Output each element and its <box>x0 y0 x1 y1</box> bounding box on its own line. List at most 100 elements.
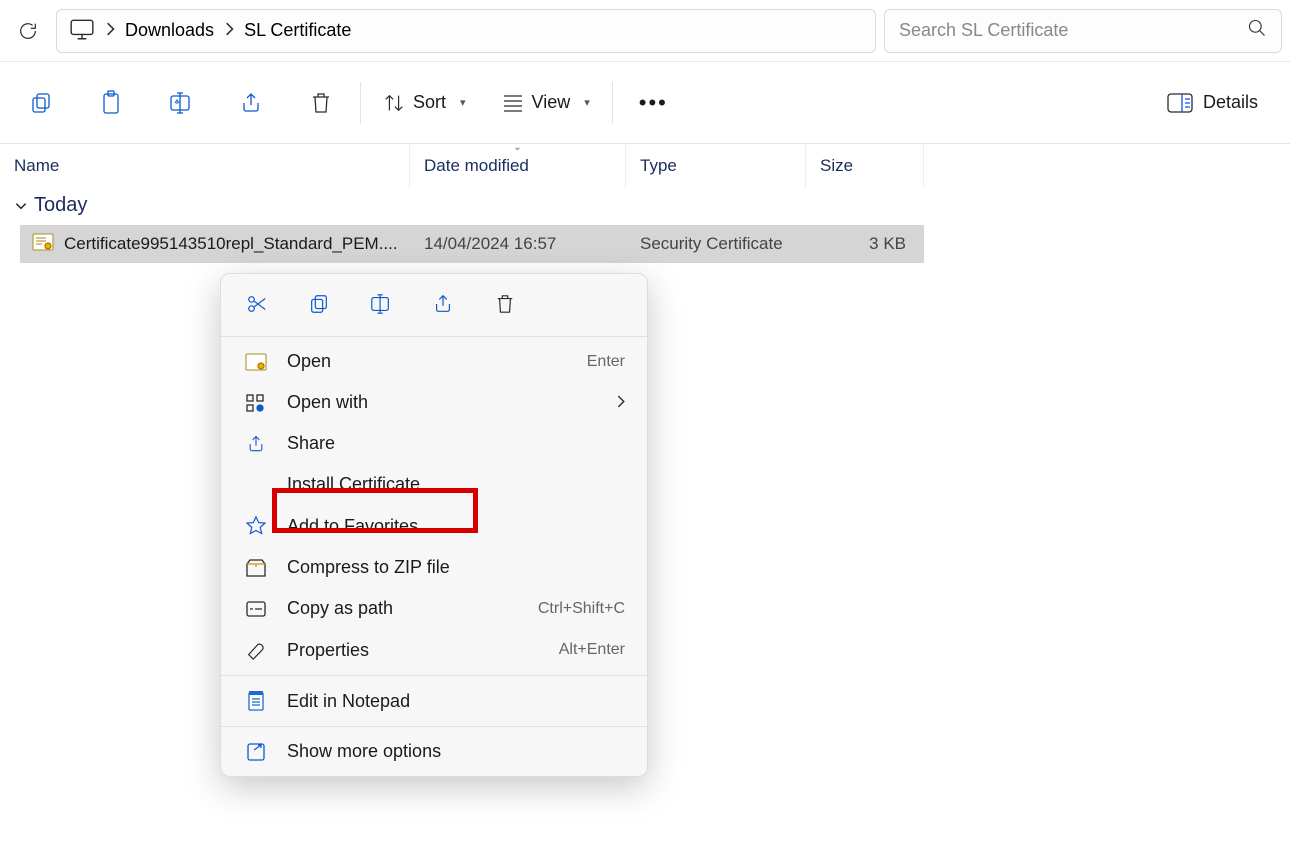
certificate-icon <box>32 233 54 256</box>
ctx-copypath-label: Copy as path <box>287 598 520 619</box>
ctx-install-label: Install Certificate <box>287 474 625 495</box>
ctx-edit-notepad[interactable]: Edit in Notepad <box>221 680 647 722</box>
notepad-icon <box>243 690 269 712</box>
copy-icon <box>29 91 53 115</box>
paste-icon <box>99 90 123 116</box>
scissors-icon <box>246 293 268 315</box>
ctx-open-label: Open <box>287 351 569 372</box>
sort-label: Sort <box>413 92 446 113</box>
ctx-fav-label: Add to Favorites <box>287 516 625 537</box>
trash-icon <box>495 293 515 315</box>
expand-icon <box>243 742 269 762</box>
ctx-share-label: Share <box>287 433 625 454</box>
wrench-icon <box>243 639 269 661</box>
certificate-icon <box>243 353 269 371</box>
ctx-share-button[interactable] <box>429 290 457 318</box>
separator <box>221 675 647 676</box>
details-pane-button[interactable]: Details <box>1167 92 1284 113</box>
refresh-icon <box>17 20 39 42</box>
view-icon <box>502 93 524 113</box>
breadcrumb-current[interactable]: SL Certificate <box>244 20 351 41</box>
ctx-props-shortcut: Alt+Enter <box>559 641 625 659</box>
rename-button[interactable] <box>146 62 216 144</box>
details-label: Details <box>1203 92 1258 113</box>
column-name[interactable]: Name <box>0 144 410 188</box>
chevron-down-icon: ▾ <box>460 96 466 109</box>
ctx-copy-button[interactable] <box>305 290 333 318</box>
ellipsis-icon: ••• <box>639 90 668 116</box>
delete-button[interactable] <box>286 62 356 144</box>
file-name: Certificate995143510repl_Standard_PEM...… <box>64 234 398 254</box>
more-button[interactable]: ••• <box>617 62 690 144</box>
ctx-copypath-shortcut: Ctrl+Shift+C <box>538 600 625 618</box>
cut-button[interactable] <box>6 62 76 144</box>
ctx-compress-zip[interactable]: Compress to ZIP file <box>221 547 647 588</box>
search-input[interactable]: Search SL Certificate <box>884 9 1282 53</box>
refresh-button[interactable] <box>8 11 48 51</box>
ctx-cut-button[interactable] <box>243 290 271 318</box>
share-button[interactable] <box>216 62 286 144</box>
group-label: Today <box>34 194 87 217</box>
ctx-add-favorites[interactable]: Add to Favorites <box>221 505 647 547</box>
toolbar: Sort ▾ View ▾ ••• Details <box>0 62 1290 144</box>
separator <box>360 82 361 124</box>
search-icon <box>1247 18 1267 43</box>
ctx-share[interactable]: Share <box>221 423 647 464</box>
ctx-properties[interactable]: Properties Alt+Enter <box>221 629 647 671</box>
ctx-zip-label: Compress to ZIP file <box>287 557 625 578</box>
separator <box>612 82 613 124</box>
column-date[interactable]: Date modified ⌄ <box>410 144 626 188</box>
ctx-props-label: Properties <box>287 640 541 661</box>
sort-indicator-icon: ⌄ <box>513 142 521 153</box>
file-size: 3 KB <box>806 234 924 254</box>
view-button[interactable]: View ▾ <box>484 62 608 144</box>
column-type[interactable]: Type <box>626 144 806 188</box>
separator <box>221 726 647 727</box>
chevron-right-icon <box>105 22 115 39</box>
ctx-install-certificate[interactable]: Install Certificate <box>221 464 647 505</box>
chevron-down-icon: ▾ <box>584 96 590 109</box>
ctx-notepad-label: Edit in Notepad <box>287 691 625 712</box>
search-placeholder: Search SL Certificate <box>899 20 1239 41</box>
ctx-open-with[interactable]: Open with <box>221 382 647 423</box>
share-icon <box>243 434 269 454</box>
this-pc-icon <box>69 18 95 43</box>
file-name-cell: Certificate995143510repl_Standard_PEM...… <box>20 233 410 256</box>
breadcrumb-downloads[interactable]: Downloads <box>125 20 214 41</box>
details-pane-icon <box>1167 93 1193 113</box>
chevron-down-icon <box>14 199 28 213</box>
paste-button[interactable] <box>76 62 146 144</box>
column-headers: Name Date modified ⌄ Type Size <box>0 144 1290 188</box>
separator <box>221 336 647 337</box>
breadcrumb[interactable]: Downloads SL Certificate <box>56 9 876 53</box>
share-icon <box>239 91 263 115</box>
ctx-copy-path[interactable]: Copy as path Ctrl+Shift+C <box>221 588 647 629</box>
ctx-delete-button[interactable] <box>491 290 519 318</box>
ctx-open[interactable]: Open Enter <box>221 341 647 382</box>
file-type: Security Certificate <box>626 234 806 254</box>
file-date: 14/04/2024 16:57 <box>410 234 626 254</box>
ctx-open-shortcut: Enter <box>587 353 625 371</box>
copy-path-icon <box>243 600 269 618</box>
sort-icon <box>383 92 405 114</box>
star-icon <box>243 515 269 537</box>
zip-icon <box>243 558 269 578</box>
ctx-open-with-label: Open with <box>287 392 598 413</box>
ctx-more-label: Show more options <box>287 741 625 762</box>
chevron-right-icon <box>224 22 234 39</box>
column-size[interactable]: Size <box>806 144 924 188</box>
open-with-icon <box>243 393 269 413</box>
rename-icon <box>168 91 194 115</box>
chevron-right-icon <box>616 395 625 411</box>
group-today[interactable]: Today <box>0 188 1290 225</box>
rename-icon <box>369 293 393 315</box>
trash-icon <box>310 91 332 115</box>
view-label: View <box>532 92 571 113</box>
share-icon <box>432 293 454 315</box>
ctx-show-more[interactable]: Show more options <box>221 731 647 772</box>
copy-icon <box>308 293 330 315</box>
context-menu: Open Enter Open with Share Install Certi… <box>220 273 648 777</box>
sort-button[interactable]: Sort ▾ <box>365 62 484 144</box>
ctx-rename-button[interactable] <box>367 290 395 318</box>
file-row[interactable]: Certificate995143510repl_Standard_PEM...… <box>20 225 924 263</box>
